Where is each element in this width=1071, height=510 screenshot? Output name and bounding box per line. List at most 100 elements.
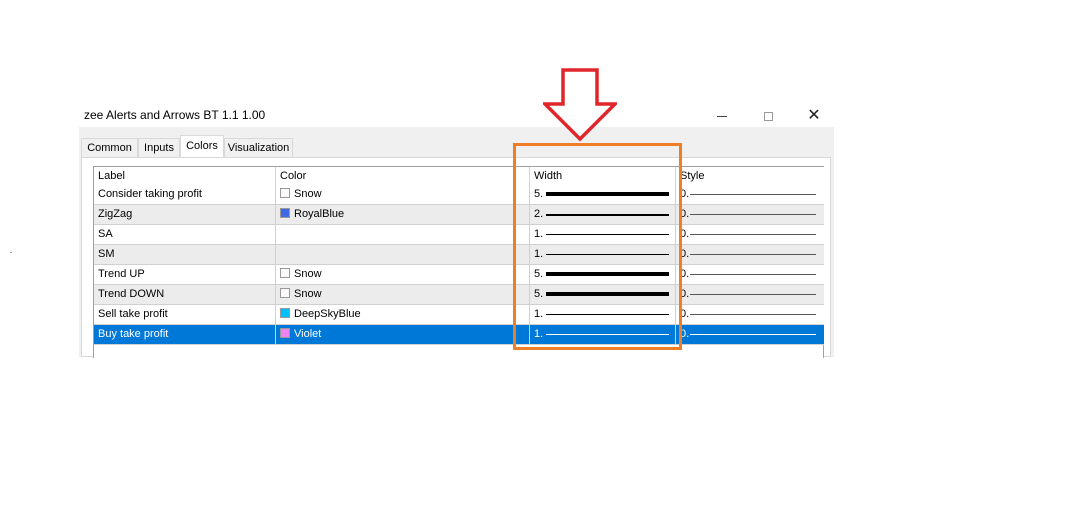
window-title: zee Alerts and Arrows BT 1.1 1.00	[84, 108, 266, 122]
tab-inputs-label: Inputs	[144, 142, 174, 154]
row-width-cell[interactable]: 2.	[530, 205, 676, 224]
style-value: 0.	[680, 228, 690, 240]
row-style-cell[interactable]: 0.	[676, 205, 824, 224]
minimize-button[interactable]	[699, 105, 745, 127]
row-color-cell[interactable]: Snow	[276, 285, 530, 304]
row-label: Buy take profit	[94, 325, 276, 344]
width-preview-line	[546, 214, 669, 216]
row-width-cell[interactable]: 1.	[530, 325, 676, 344]
row-label-text: Trend DOWN	[98, 288, 165, 300]
close-button[interactable]: ✕	[791, 105, 837, 127]
style-preview-line	[690, 334, 816, 335]
row-label: Trend DOWN	[94, 285, 276, 304]
header-label[interactable]: Label	[94, 167, 276, 185]
width-value: 1.	[534, 248, 544, 260]
width-value: 5.	[534, 268, 544, 280]
row-label: Sell take profit	[94, 305, 276, 324]
colors-panel: Label Color Width Style Consider taking …	[81, 157, 831, 358]
header-width[interactable]: Width	[530, 167, 676, 185]
width-value: 1.	[534, 228, 544, 240]
row-style-cell[interactable]: 0.	[676, 265, 824, 284]
row-color-cell[interactable]: DeepSkyBlue	[276, 305, 530, 324]
width-value: 2.	[534, 208, 544, 220]
width-preview-line	[546, 254, 669, 255]
row-width-cell[interactable]: 5.	[530, 185, 676, 204]
row-width-cell[interactable]: 1.	[530, 245, 676, 264]
stray-dot	[10, 252, 12, 253]
row-label: Trend UP	[94, 265, 276, 284]
color-swatch	[280, 268, 290, 278]
style-value: 0.	[680, 288, 690, 300]
tab-visualization[interactable]: Visualization	[224, 138, 293, 157]
color-name: Violet	[294, 328, 322, 340]
row-color-cell[interactable]: RoyalBlue	[276, 205, 530, 224]
row-width-cell[interactable]: 5.	[530, 285, 676, 304]
row-style-cell[interactable]: 0.	[676, 285, 824, 304]
down-arrow-annotation	[543, 68, 617, 142]
color-name: Snow	[294, 268, 322, 280]
row-width-cell[interactable]: 5.	[530, 265, 676, 284]
properties-dialog: zee Alerts and Arrows BT 1.1 1.00 ✕ Comm…	[79, 105, 834, 358]
table-row[interactable]: Trend UP Snow 5. 0.	[94, 265, 824, 285]
width-preview-line	[546, 272, 669, 276]
row-style-cell[interactable]: 0.	[676, 185, 824, 204]
row-color-cell[interactable]: Snow	[276, 185, 530, 204]
style-value: 0.	[680, 268, 690, 280]
row-label: ZigZag	[94, 205, 276, 224]
table-row[interactable]: Buy take profit Violet 1. 0.	[94, 325, 824, 345]
row-label-text: Sell take profit	[98, 308, 168, 320]
row-label-text: ZigZag	[98, 208, 133, 220]
table-row[interactable]: Trend DOWN Snow 5. 0.	[94, 285, 824, 305]
row-label: Consider taking profit	[94, 185, 276, 204]
row-color-cell[interactable]: Snow	[276, 265, 530, 284]
header-color[interactable]: Color	[276, 167, 530, 185]
width-preview-line	[546, 334, 669, 335]
row-color-cell[interactable]	[276, 225, 530, 244]
color-swatch	[280, 308, 290, 318]
table-row[interactable]: SA 1. 0.	[94, 225, 824, 245]
style-preview-line	[690, 294, 816, 295]
color-swatch	[280, 188, 290, 198]
row-style-cell[interactable]: 0.	[676, 245, 824, 264]
style-value: 0.	[680, 308, 690, 320]
style-value: 0.	[680, 248, 690, 260]
row-width-cell[interactable]: 1.	[530, 305, 676, 324]
header-style[interactable]: Style	[676, 167, 824, 185]
color-name: Snow	[294, 288, 322, 300]
row-color-cell[interactable]	[276, 245, 530, 264]
width-preview-line	[546, 234, 669, 235]
color-swatch	[280, 328, 290, 338]
width-value: 5.	[534, 188, 544, 200]
width-preview-line	[546, 292, 669, 296]
close-icon: ✕	[807, 107, 821, 124]
tab-colors[interactable]: Colors	[180, 135, 224, 157]
maximize-button[interactable]	[745, 105, 791, 127]
row-label-text: SM	[98, 248, 115, 260]
tab-inputs[interactable]: Inputs	[138, 138, 180, 157]
style-preview-line	[690, 314, 816, 315]
style-preview-line	[690, 194, 816, 195]
table-row[interactable]: SM 1. 0.	[94, 245, 824, 265]
row-label-text: Buy take profit	[98, 328, 169, 340]
width-preview-line	[546, 314, 669, 315]
style-preview-line	[690, 214, 816, 215]
width-value: 1.	[534, 328, 544, 340]
colors-grid: Label Color Width Style Consider taking …	[93, 166, 824, 358]
row-style-cell[interactable]: 0.	[676, 305, 824, 324]
row-label-text: SA	[98, 228, 113, 240]
table-row[interactable]: Consider taking profit Snow 5. 0.	[94, 185, 824, 205]
minimize-icon	[717, 115, 727, 117]
style-value: 0.	[680, 208, 690, 220]
color-name: Snow	[294, 188, 322, 200]
row-color-cell[interactable]: Violet	[276, 325, 530, 344]
tab-visualization-label: Visualization	[227, 142, 290, 154]
row-label: SM	[94, 245, 276, 264]
row-style-cell[interactable]: 0.	[676, 325, 824, 344]
tab-common[interactable]: Common	[81, 138, 138, 157]
row-style-cell[interactable]: 0.	[676, 225, 824, 244]
row-width-cell[interactable]: 1.	[530, 225, 676, 244]
title-bar: zee Alerts and Arrows BT 1.1 1.00 ✕	[79, 105, 834, 127]
color-name: DeepSkyBlue	[294, 308, 361, 320]
table-row[interactable]: ZigZag RoyalBlue 2. 0.	[94, 205, 824, 225]
table-row[interactable]: Sell take profit DeepSkyBlue 1. 0.	[94, 305, 824, 325]
